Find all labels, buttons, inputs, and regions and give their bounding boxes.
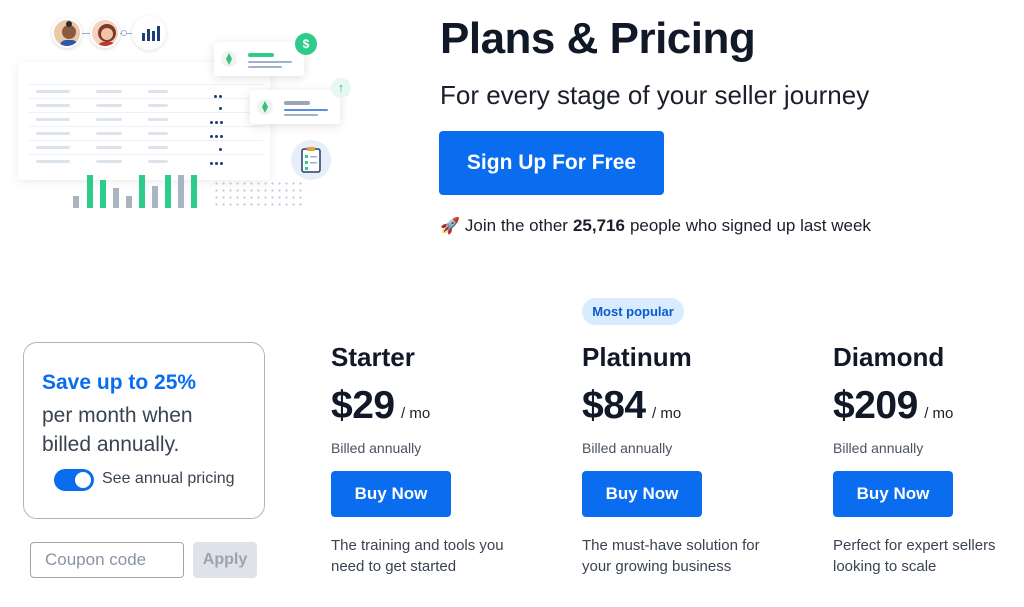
arrow-up-icon: ↑ (331, 78, 351, 98)
dollar-icon: $ (295, 33, 317, 55)
connector-dot (121, 30, 127, 36)
clipboard-icon (291, 140, 331, 180)
annual-savings-card: Save up to 25% per month when billed ann… (23, 342, 265, 519)
product-card-illustration (214, 42, 304, 76)
plan-period: / mo (652, 405, 682, 422)
plan-period: / mo (401, 405, 431, 422)
buy-now-button[interactable]: Buy Now (833, 471, 953, 517)
plan-diamond: Diamond $209 / mo Billed annually Buy No… (833, 340, 1024, 600)
annual-pricing-toggle[interactable] (54, 469, 94, 491)
plan-description: The training and tools you need to get s… (331, 537, 504, 575)
plan-platinum: Platinum $84 / mo Billed annually Buy No… (582, 340, 782, 600)
hero-illustration: $ ↑ (18, 10, 351, 215)
rocket-icon: 🚀 (440, 218, 460, 235)
plan-billing: Billed annually (331, 440, 422, 456)
sign-up-button[interactable]: Sign Up For Free (439, 131, 664, 195)
buy-now-button[interactable]: Buy Now (331, 471, 451, 517)
savings-description: per month when billed annually. (42, 404, 193, 456)
product-card-illustration (250, 90, 340, 124)
signup-count: 25,716 (572, 216, 625, 235)
bar-chart-illustration (70, 175, 210, 208)
social-proof: 🚀 Join the other 25,716 people who signe… (440, 216, 871, 236)
plan-billing: Billed annually (582, 440, 673, 456)
dot-pattern (213, 180, 303, 210)
most-popular-badge: Most popular (582, 298, 684, 325)
plan-price: $29 (331, 384, 395, 427)
plan-name: Platinum (582, 342, 692, 372)
plan-description: Perfect for expert sellers looking to sc… (833, 537, 996, 575)
avatar (90, 18, 120, 48)
annual-pricing-label: See annual pricing (102, 470, 235, 487)
avatar (52, 18, 82, 48)
plan-name: Diamond (833, 342, 945, 372)
plan-name: Starter (331, 342, 415, 372)
social-proof-suffix: people who signed up last week (629, 216, 871, 235)
chart-icon (132, 16, 166, 50)
savings-headline: Save up to 25% (42, 371, 197, 394)
plan-price-row: $209 / mo (833, 384, 953, 428)
page-title: Plans & Pricing (440, 14, 756, 63)
toggle-knob (75, 472, 91, 488)
apply-coupon-button[interactable]: Apply (193, 542, 257, 578)
plan-price-row: $84 / mo (582, 384, 681, 428)
social-proof-prefix: Join the other (464, 216, 568, 235)
plan-price-row: $29 / mo (331, 384, 430, 428)
plan-billing: Billed annually (833, 440, 924, 456)
plan-period: / mo (924, 405, 954, 422)
buy-now-button[interactable]: Buy Now (582, 471, 702, 517)
plan-price: $209 (833, 384, 918, 427)
plan-starter: Starter $29 / mo Billed annually Buy Now… (331, 340, 531, 600)
plan-price: $84 (582, 384, 646, 427)
plan-description: The must-have solution for your growing … (582, 537, 760, 575)
table-illustration (18, 62, 270, 180)
page-subtitle: For every stage of your seller journey (440, 80, 870, 110)
coupon-code-input[interactable] (30, 542, 184, 578)
